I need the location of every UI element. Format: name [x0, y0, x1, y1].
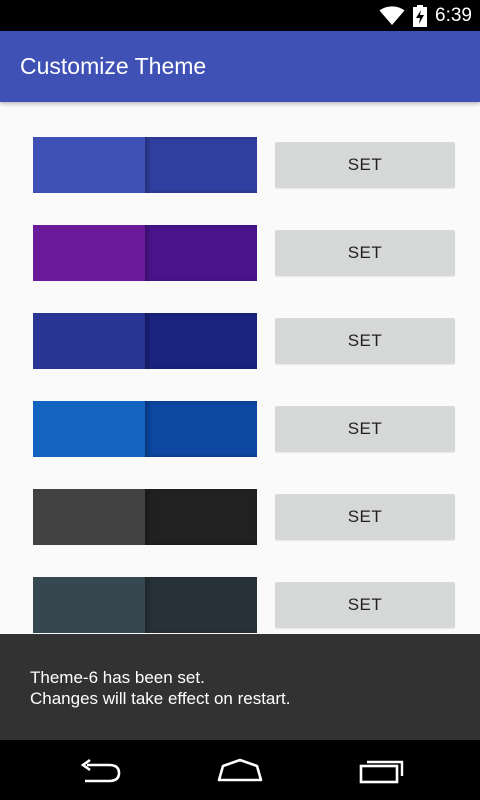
theme-list[interactable]: SET SET SET SET SET SET [0, 102, 480, 634]
swatch-primary-color [33, 313, 145, 369]
swatch-primary-color [33, 137, 145, 193]
page-title: Customize Theme [20, 53, 207, 79]
swatch-dark-color [145, 137, 257, 193]
swatch-primary-color [33, 401, 145, 457]
swatch-primary-color [33, 577, 145, 633]
swatch-dark-color [145, 313, 257, 369]
theme-swatch [33, 225, 257, 281]
theme-row: SET [0, 454, 480, 545]
swatch-dark-color [145, 489, 257, 545]
navigation-bar [0, 740, 480, 800]
recents-icon[interactable] [358, 758, 406, 784]
theme-swatch [33, 489, 257, 545]
set-theme-button[interactable]: SET [275, 582, 455, 628]
status-bar: 6:39 [0, 0, 480, 31]
snackbar-message-line1: Theme-6 has been set. [30, 668, 205, 687]
status-time: 6:39 [435, 4, 472, 26]
theme-swatch [33, 137, 257, 193]
back-icon[interactable] [77, 758, 125, 784]
theme-row: SET [0, 278, 480, 369]
theme-row: SET [0, 190, 480, 281]
theme-row: SET [0, 102, 480, 193]
theme-swatch [33, 313, 257, 369]
swatch-dark-color [145, 401, 257, 457]
swatch-primary-color [33, 225, 145, 281]
theme-swatch [33, 577, 257, 633]
set-theme-button[interactable]: SET [275, 494, 455, 540]
swatch-dark-color [145, 577, 257, 633]
snackbar: Theme-6 has been set. Changes will take … [0, 634, 480, 740]
theme-row: SET [0, 366, 480, 457]
set-theme-button[interactable]: SET [275, 142, 455, 188]
set-theme-button[interactable]: SET [275, 406, 455, 452]
swatch-dark-color [145, 225, 257, 281]
app-bar: Customize Theme [0, 31, 480, 102]
theme-row: SET [0, 542, 480, 633]
set-theme-button[interactable]: SET [275, 230, 455, 276]
set-theme-button[interactable]: SET [275, 318, 455, 364]
theme-swatch [33, 401, 257, 457]
swatch-primary-color [33, 489, 145, 545]
snackbar-message-line2: Changes will take effect on restart. [30, 689, 291, 708]
wifi-icon [379, 5, 405, 25]
battery-charging-icon [413, 4, 428, 27]
home-icon[interactable] [216, 758, 264, 784]
